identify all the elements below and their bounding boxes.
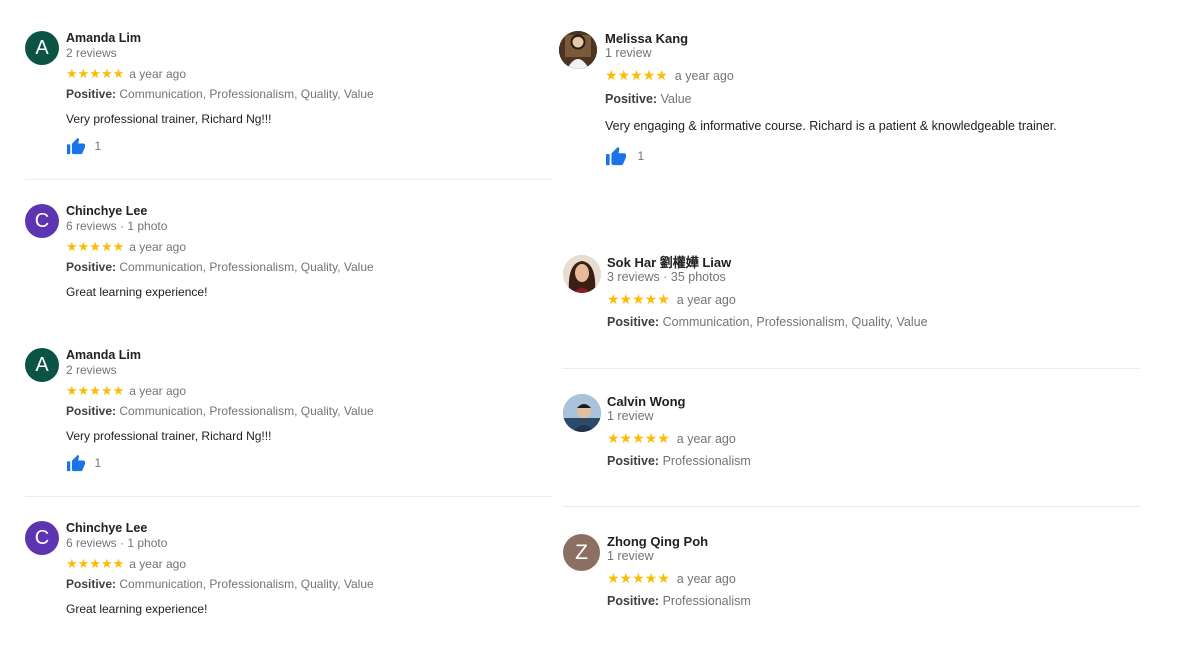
positive-label: Positive: — [607, 594, 660, 608]
thumbs-up-icon[interactable] — [605, 146, 631, 166]
positive-label: Positive: — [66, 404, 117, 418]
divider — [25, 496, 552, 497]
positive-attributes: Positive: Value — [605, 91, 1057, 107]
positive-attributes: Positive: Communication, Professionalism… — [66, 86, 374, 102]
review-text: Great learning experience! — [66, 602, 208, 616]
reviewer-meta: 1 review — [607, 409, 654, 423]
reviewer-name[interactable]: Chinchye Lee — [66, 204, 374, 219]
review-date: a year ago — [129, 557, 186, 571]
reviewer-meta: 3 reviews · 35 photos — [607, 270, 726, 284]
star-rating-icon: ★★★★★ — [607, 571, 670, 587]
rating-row: ★★★★★ a year ago — [605, 68, 1057, 84]
avatar[interactable] — [563, 255, 601, 293]
avatar[interactable] — [563, 394, 601, 432]
rating-row: ★★★★★ a year ago — [607, 292, 928, 308]
like-count: 1 — [94, 139, 102, 153]
star-rating-icon: ★★★★★ — [66, 384, 125, 399]
reviewer-meta: 1 review — [607, 549, 654, 563]
review-date: a year ago — [129, 67, 186, 81]
avatar[interactable]: A — [25, 348, 59, 382]
thumbs-up-icon[interactable] — [66, 454, 90, 472]
like-count: 1 — [94, 456, 102, 470]
positive-attributes: Positive: Communication, Professionalism… — [66, 576, 374, 592]
star-rating-icon: ★★★★★ — [607, 292, 670, 308]
reviewer-meta: 1 review — [605, 46, 652, 60]
reviewer-name[interactable]: Amanda Lim — [66, 31, 374, 46]
review-date: a year ago — [129, 384, 186, 398]
positive-label: Positive: — [607, 454, 660, 468]
rating-row: ★★★★★ a year ago — [66, 66, 374, 82]
like-count: 1 — [637, 149, 645, 163]
positive-label: Positive: — [66, 260, 117, 274]
reviewer-meta: 6 reviews · 1 photo — [66, 536, 168, 550]
positive-attributes: Positive: Professionalism — [607, 593, 751, 609]
positive-label: Positive: — [605, 92, 658, 106]
star-rating-icon: ★★★★★ — [66, 67, 125, 82]
positive-attributes: Positive: Communication, Professionalism… — [66, 259, 374, 275]
rating-row: ★★★★★ a year ago — [607, 431, 751, 447]
reviewer-name[interactable]: Melissa Kang — [605, 31, 1057, 46]
review-text: Very professional trainer, Richard Ng!!! — [66, 112, 272, 126]
avatar[interactable]: C — [25, 521, 59, 555]
positive-values: Professionalism — [662, 594, 751, 608]
positive-values: Value — [660, 92, 692, 106]
divider — [25, 179, 552, 180]
positive-label: Positive: — [607, 315, 660, 329]
positive-attributes: Positive: Communication, Professionalism… — [607, 314, 928, 330]
reviewer-name[interactable]: Calvin Wong — [607, 394, 751, 409]
star-rating-icon: ★★★★★ — [605, 68, 668, 84]
rating-row: ★★★★★ a year ago — [66, 556, 374, 572]
reviewer-name[interactable]: Zhong Qing Poh — [607, 534, 751, 549]
positive-attributes: Positive: Communication, Professionalism… — [66, 403, 374, 419]
thumbs-up-icon[interactable] — [66, 137, 90, 155]
positive-label: Positive: — [66, 87, 117, 101]
positive-values: Communication, Professionalism, Quality,… — [662, 315, 928, 329]
reviewer-name[interactable]: Sok Har 劉權嬅 Liaw — [607, 255, 928, 270]
divider — [563, 368, 1140, 369]
reviewer-meta: 6 reviews · 1 photo — [66, 219, 168, 233]
review-date: a year ago — [129, 240, 186, 254]
reviewer-name[interactable]: Chinchye Lee — [66, 521, 374, 536]
review-date: a year ago — [676, 572, 736, 586]
divider — [563, 506, 1140, 507]
review-text: Very engaging & informative course. Rich… — [605, 119, 1057, 133]
avatar[interactable]: A — [25, 31, 59, 65]
reviewer-meta: 2 reviews — [66, 363, 117, 377]
avatar[interactable] — [559, 31, 597, 69]
star-rating-icon: ★★★★★ — [66, 557, 125, 572]
reviewer-name[interactable]: Amanda Lim — [66, 348, 374, 363]
rating-row: ★★★★★ a year ago — [607, 571, 751, 587]
positive-values: Communication, Professionalism, Quality,… — [119, 260, 374, 274]
review-text: Very professional trainer, Richard Ng!!! — [66, 429, 272, 443]
avatar[interactable]: C — [25, 204, 59, 238]
positive-label: Positive: — [66, 577, 117, 591]
positive-attributes: Positive: Professionalism — [607, 453, 751, 469]
star-rating-icon: ★★★★★ — [66, 240, 125, 255]
review-text: Great learning experience! — [66, 285, 208, 299]
like-row: 1 — [66, 454, 374, 474]
like-row: 1 — [66, 137, 374, 157]
positive-values: Communication, Professionalism, Quality,… — [119, 577, 374, 591]
positive-values: Communication, Professionalism, Quality,… — [119, 404, 374, 418]
star-rating-icon: ★★★★★ — [607, 431, 670, 447]
review-date: a year ago — [676, 293, 736, 307]
rating-row: ★★★★★ a year ago — [66, 383, 374, 399]
avatar[interactable]: Z — [563, 534, 600, 571]
reviewer-meta: 2 reviews — [66, 46, 117, 60]
review-date: a year ago — [674, 69, 734, 83]
review-date: a year ago — [676, 432, 736, 446]
like-row: 1 — [605, 146, 1057, 166]
rating-row: ★★★★★ a year ago — [66, 239, 374, 255]
positive-values: Professionalism — [662, 454, 751, 468]
positive-values: Communication, Professionalism, Quality,… — [119, 87, 374, 101]
